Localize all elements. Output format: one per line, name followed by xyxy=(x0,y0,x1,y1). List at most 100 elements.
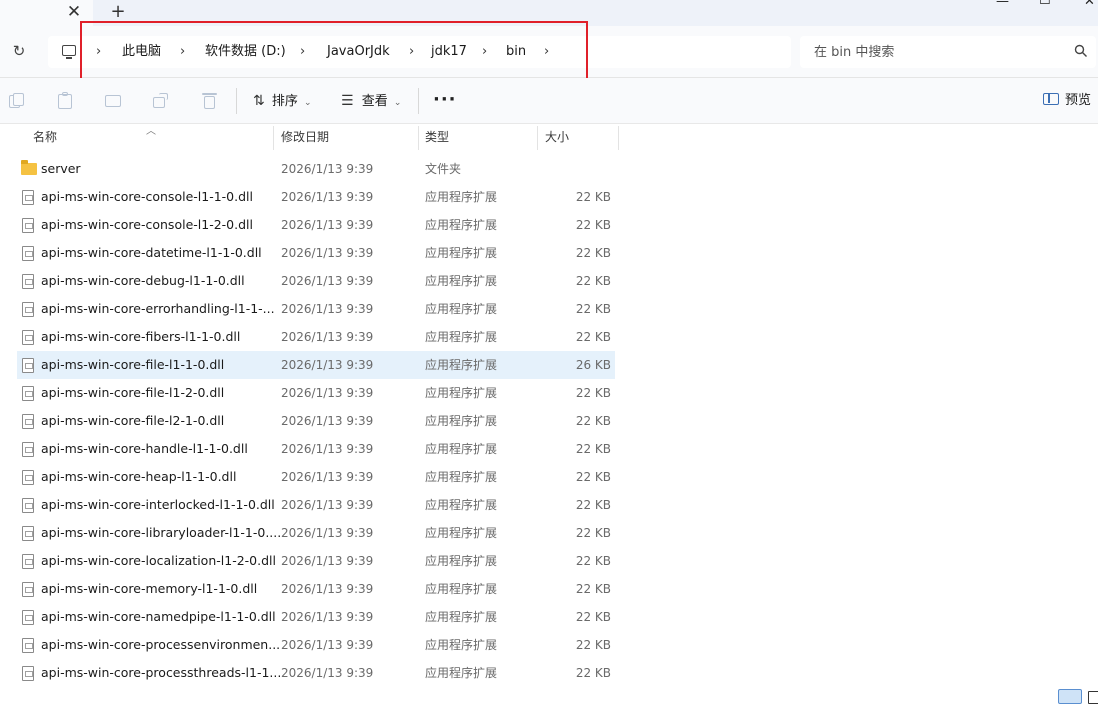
new-tab-icon[interactable]: + xyxy=(110,2,126,22)
file-size: 22 KB xyxy=(575,582,611,596)
search-icon[interactable] xyxy=(1074,44,1088,58)
file-name: api-ms-win-core-handle-l1-1-0.dll xyxy=(41,441,248,456)
file-size: 22 KB xyxy=(575,666,611,680)
rename-icon[interactable] xyxy=(105,93,123,109)
dll-file-icon xyxy=(22,470,34,485)
file-type: 应用程序扩展 xyxy=(425,274,498,288)
file-row[interactable]: api-ms-win-core-processthreads-l1-1... 20… xyxy=(17,659,615,687)
file-date: 2026/1/13 9:39 xyxy=(281,218,374,232)
file-row[interactable]: api-ms-win-core-libraryloader-l1-1-0....… xyxy=(17,519,615,547)
file-row[interactable]: api-ms-win-core-memory-l1-1-0.dll 2026/1/… xyxy=(17,575,615,603)
file-row[interactable]: api-ms-win-core-errorhandling-l1-1-... 20… xyxy=(17,295,615,323)
file-date: 2026/1/13 9:39 xyxy=(281,442,374,456)
file-row[interactable]: api-ms-win-core-localization-l1-2-0.dll 2… xyxy=(17,547,615,575)
file-name: api-ms-win-core-file-l1-1-0.dll xyxy=(41,357,225,372)
highlight-box xyxy=(80,21,588,86)
tiles-view-icon[interactable] xyxy=(1088,691,1098,704)
delete-icon[interactable] xyxy=(202,93,220,109)
window-close-icon[interactable]: ✕ xyxy=(1084,0,1095,9)
this-pc-icon[interactable] xyxy=(62,45,76,59)
search-box[interactable] xyxy=(800,36,1096,68)
column-header-date[interactable]: 修改日期 xyxy=(281,124,329,151)
column-divider[interactable] xyxy=(418,126,419,150)
file-name: api-ms-win-core-console-l1-2-0.dll xyxy=(41,217,253,232)
file-type: 应用程序扩展 xyxy=(425,330,498,344)
view-label: 查看 xyxy=(361,94,388,109)
view-button[interactable]: ☰ 查看 ⌄ xyxy=(341,90,401,112)
search-input[interactable] xyxy=(814,36,1064,68)
file-date: 2026/1/13 9:39 xyxy=(281,414,374,428)
sort-button[interactable]: ⇅ 排序 ⌄ xyxy=(253,90,312,112)
column-header-name[interactable]: 名称 xyxy=(33,124,57,151)
file-date: 2026/1/13 9:39 xyxy=(281,638,374,652)
dll-file-icon xyxy=(22,610,34,625)
file-row[interactable]: api-ms-win-core-heap-l1-1-0.dll 2026/1/13… xyxy=(17,463,615,491)
file-size: 22 KB xyxy=(575,414,611,428)
file-type: 应用程序扩展 xyxy=(425,358,498,372)
command-bar: ⇅ 排序 ⌄ ☰ 查看 ⌄ ··· 预览 xyxy=(0,78,1098,124)
tab-close-icon[interactable]: ✕ xyxy=(66,2,82,22)
file-row[interactable]: api-ms-win-core-fibers-l1-1-0.dll 2026/1/… xyxy=(17,323,615,351)
file-size: 22 KB xyxy=(575,554,611,568)
file-row[interactable]: api-ms-win-core-processenvironmen... 2026… xyxy=(17,631,615,659)
preview-pane-button[interactable]: 预览 xyxy=(1043,90,1091,112)
minimize-icon[interactable]: — xyxy=(996,0,1009,9)
file-type: 应用程序扩展 xyxy=(425,386,498,400)
file-row[interactable]: api-ms-win-core-debug-l1-1-0.dll 2026/1/1… xyxy=(17,267,615,295)
sort-icon: ⇅ xyxy=(253,93,265,109)
column-divider[interactable] xyxy=(273,126,274,150)
file-row[interactable]: api-ms-win-core-console-l1-2-0.dll 2026/1… xyxy=(17,211,615,239)
file-name: api-ms-win-core-file-l1-2-0.dll xyxy=(41,385,225,400)
file-type: 应用程序扩展 xyxy=(425,526,498,540)
dll-file-icon xyxy=(22,582,34,597)
file-type: 应用程序扩展 xyxy=(425,666,498,680)
more-options-icon[interactable]: ··· xyxy=(433,89,457,110)
column-header-type[interactable]: 类型 xyxy=(425,124,449,151)
file-name: api-ms-win-core-libraryloader-l1-1-0.... xyxy=(41,525,281,540)
file-name: api-ms-win-core-heap-l1-1-0.dll xyxy=(41,469,237,484)
paste-icon[interactable] xyxy=(57,92,75,109)
file-date: 2026/1/13 9:39 xyxy=(281,358,374,372)
file-size: 26 KB xyxy=(575,358,611,372)
file-name: api-ms-win-core-processthreads-l1-1... xyxy=(41,665,281,680)
file-date: 2026/1/13 9:39 xyxy=(281,386,374,400)
file-name: api-ms-win-core-fibers-l1-1-0.dll xyxy=(41,329,241,344)
file-row[interactable]: api-ms-win-core-file-l1-2-0.dll 2026/1/13… xyxy=(17,379,615,407)
view-icon: ☰ xyxy=(341,93,354,109)
file-date: 2026/1/13 9:39 xyxy=(281,666,374,680)
dll-file-icon xyxy=(22,414,34,429)
file-row[interactable]: api-ms-win-core-namedpipe-l1-1-0.dll 2026… xyxy=(17,603,615,631)
dll-file-icon xyxy=(22,554,34,569)
column-divider[interactable] xyxy=(618,126,619,150)
file-row[interactable]: api-ms-win-core-file-l2-1-0.dll 2026/1/13… xyxy=(17,407,615,435)
file-size: 22 KB xyxy=(575,526,611,540)
file-size: 22 KB xyxy=(575,218,611,232)
file-row[interactable]: api-ms-win-core-file-l1-1-0.dll 2026/1/13… xyxy=(17,351,615,379)
dll-file-icon xyxy=(22,526,34,541)
file-name: api-ms-win-core-processenvironmen... xyxy=(41,637,281,652)
file-type: 应用程序扩展 xyxy=(425,414,498,428)
folder-row[interactable]: server 2026/1/13 9:39 文件夹 xyxy=(17,155,615,183)
file-date: 2026/1/13 9:39 xyxy=(281,246,374,260)
details-view-icon[interactable] xyxy=(1058,689,1082,704)
file-row[interactable]: api-ms-win-core-handle-l1-1-0.dll 2026/1/… xyxy=(17,435,615,463)
file-date: 2026/1/13 9:39 xyxy=(281,162,374,176)
copy-icon[interactable] xyxy=(9,93,27,109)
dll-file-icon xyxy=(22,498,34,513)
dll-file-icon xyxy=(22,386,34,401)
share-icon[interactable] xyxy=(153,93,171,109)
file-type: 文件夹 xyxy=(425,162,462,176)
file-date: 2026/1/13 9:39 xyxy=(281,190,374,204)
file-date: 2026/1/13 9:39 xyxy=(281,526,374,540)
column-header-size[interactable]: 大小 xyxy=(545,124,569,151)
file-date: 2026/1/13 9:39 xyxy=(281,498,374,512)
file-date: 2026/1/13 9:39 xyxy=(281,274,374,288)
file-row[interactable]: api-ms-win-core-datetime-l1-1-0.dll 2026/… xyxy=(17,239,615,267)
column-divider[interactable] xyxy=(537,126,538,150)
refresh-icon[interactable]: ↻ xyxy=(10,42,28,60)
maximize-icon[interactable]: ☐ xyxy=(1039,0,1051,8)
file-name: api-ms-win-core-memory-l1-1-0.dll xyxy=(41,581,258,596)
dll-file-icon xyxy=(22,638,34,653)
file-row[interactable]: api-ms-win-core-interlocked-l1-1-0.dll 20… xyxy=(17,491,615,519)
file-row[interactable]: api-ms-win-core-console-l1-1-0.dll 2026/1… xyxy=(17,183,615,211)
